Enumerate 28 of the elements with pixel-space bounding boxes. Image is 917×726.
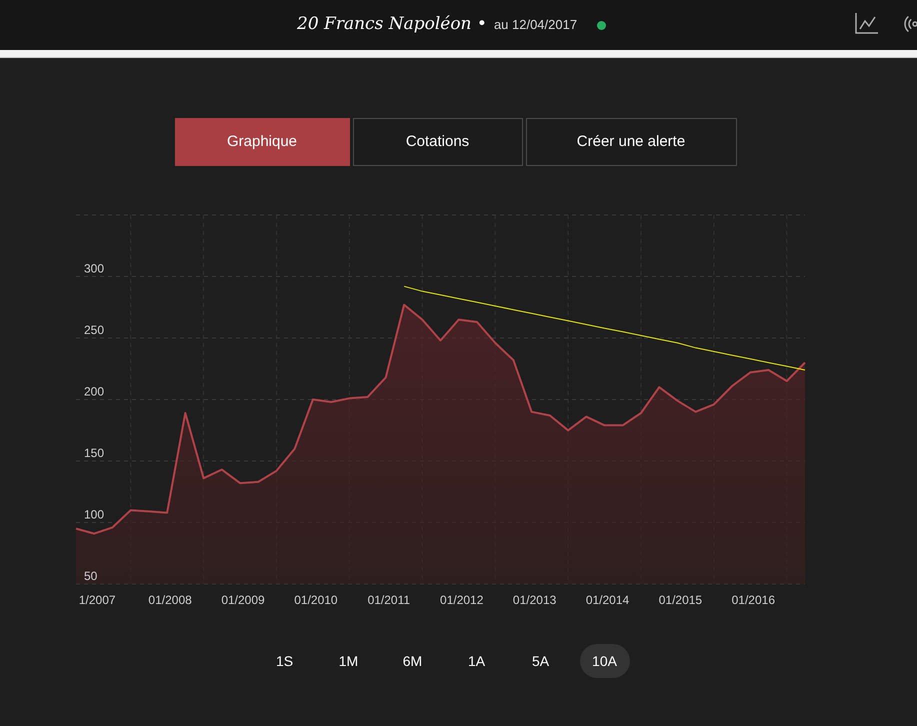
tab[interactable]: Cotations [352,118,522,166]
y-axis-label: 150 [84,446,104,460]
tab[interactable]: Graphique [174,118,350,166]
y-axis-label: 300 [84,262,104,276]
x-axis-label: 01/2012 [440,593,484,607]
x-axis-label: 01/2011 [368,593,410,607]
line-chart-icon[interactable] [855,13,878,34]
range-button[interactable]: 1M [324,644,374,678]
range-button[interactable]: 1S [260,644,310,678]
x-axis-label: 01/2013 [512,593,556,607]
x-axis-label: 01/2010 [294,593,338,607]
header-date: au 12/04/2017 [494,16,578,34]
y-axis-label: 50 [84,569,98,583]
y-axis-label: 200 [84,384,104,398]
tab[interactable]: Créer une alerte [526,118,736,166]
x-axis-label: 01/2015 [658,593,702,607]
header-title: 20 Francs Napoléon • [297,13,487,36]
range-button[interactable]: 6M [388,644,438,678]
range-button[interactable]: 5A [516,644,566,678]
range-button[interactable]: 10A [580,644,630,678]
range-button[interactable]: 1A [452,644,502,678]
y-axis-label: 100 [84,508,104,522]
y-axis-label: 250 [84,323,104,337]
x-axis-label: 01/2008 [148,593,192,607]
x-axis-label: 01/2014 [586,593,630,607]
x-axis-label: 01/2009 [221,593,265,607]
x-axis-label: 1/2007 [78,593,116,607]
x-axis-label: 01/2016 [732,593,776,607]
